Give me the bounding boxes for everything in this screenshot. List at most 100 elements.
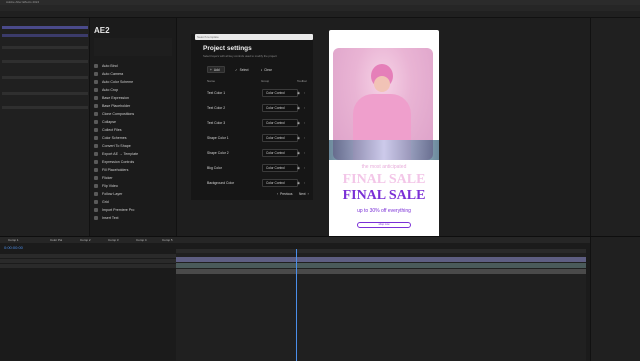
list-item[interactable] (2, 76, 88, 79)
tab-comp[interactable]: Comp 1 (8, 238, 19, 242)
list-item[interactable]: Flicker (94, 174, 174, 181)
layer-bar[interactable] (176, 257, 586, 262)
next-button[interactable]: Next › (299, 192, 309, 196)
timeline-panel[interactable]: Comp 1 Color Pal Comp 2 Comp 3 Comp 4 Co… (0, 236, 640, 361)
list-item[interactable]: Follow Layer (94, 190, 174, 197)
tool-strip[interactable] (183, 36, 191, 146)
group-select[interactable]: Color Control (262, 164, 298, 172)
delete-icon[interactable]: ▫ (304, 136, 305, 140)
clear-label: Clear (264, 67, 272, 72)
table-row[interactable]: Text Color 3 Color Control ◉ ▫ (207, 118, 327, 128)
plugin-panel[interactable]: AE2 Auto Bind Auto Camera Auto Color Sch… (90, 18, 176, 236)
tab-comp[interactable]: Color Pal (50, 238, 62, 242)
table-row[interactable]: Shape Color 1 Color Control ◉ ▫ (207, 133, 327, 143)
list-item[interactable]: Fill Placeholders (94, 166, 174, 173)
group-value: Color Control (266, 106, 285, 110)
visibility-icon[interactable]: ◉ (297, 151, 300, 155)
row-name: Shape Color 1 (207, 136, 229, 140)
list-item[interactable]: Auto Camera (94, 70, 174, 77)
right-panel[interactable] (590, 18, 640, 236)
list-item[interactable]: Clone Compositions (94, 110, 174, 117)
list-item[interactable] (2, 106, 88, 109)
list-item[interactable]: Auto Color Scheme (94, 78, 174, 85)
delete-icon[interactable]: ▫ (304, 121, 305, 125)
add-button[interactable]: + Add (207, 66, 225, 73)
list-item[interactable] (2, 46, 88, 49)
list-item[interactable] (2, 34, 88, 37)
project-panel[interactable] (0, 18, 90, 236)
layer-bar[interactable] (176, 263, 586, 268)
layer-bar[interactable] (176, 269, 586, 274)
list-item[interactable]: Convert To Shape (94, 142, 174, 149)
visibility-icon[interactable]: ◉ (297, 181, 300, 185)
time-ruler[interactable] (176, 249, 586, 253)
tab-comp[interactable]: Comp 5 (162, 238, 173, 242)
visibility-icon[interactable]: ◉ (297, 121, 300, 125)
list-item[interactable]: Collapse (94, 118, 174, 125)
table-row[interactable]: Background Color Color Control ◉ ▫ (207, 178, 327, 188)
plugin-icon-grid[interactable] (94, 38, 172, 56)
plugin-tool-icon (94, 199, 98, 204)
list-item[interactable]: Export AE → Template (94, 150, 174, 157)
tab-comp[interactable]: Comp 2 (80, 238, 91, 242)
layer-row[interactable] (0, 264, 176, 269)
composition-viewer[interactable]: Search template Project settings Select … (176, 18, 590, 246)
delete-icon[interactable]: ▫ (304, 151, 305, 155)
right-timeline-panel[interactable] (590, 237, 640, 361)
visibility-icon[interactable]: ◉ (297, 166, 300, 170)
list-item[interactable]: Grid (94, 198, 174, 205)
timecode[interactable]: 0:00:00:00 (4, 245, 23, 250)
clear-button[interactable]: ▪ Clear (261, 66, 279, 73)
playhead[interactable] (296, 249, 297, 361)
group-select[interactable]: Color Control (262, 119, 298, 127)
visibility-icon[interactable]: ◉ (297, 91, 300, 95)
row-name: Background Color (207, 181, 235, 185)
next-label: Next (299, 192, 306, 196)
delete-icon[interactable]: ▫ (304, 181, 305, 185)
plugin-list[interactable]: Auto Bind Auto Camera Auto Color Scheme … (90, 62, 176, 232)
list-item[interactable]: Insert Text (94, 214, 174, 221)
toolbar[interactable] (0, 11, 640, 18)
group-select[interactable]: Color Control (262, 149, 298, 157)
table-row[interactable]: Text Color 1 Color Control ◉ ▫ (207, 88, 327, 98)
tab-comp[interactable]: Comp 4 (136, 238, 147, 242)
page-subtitle: Select layers with all key controls used… (203, 54, 277, 58)
project-settings-panel[interactable]: Search template Project settings Select … (191, 34, 313, 200)
delete-icon[interactable]: ▫ (304, 106, 305, 110)
group-select[interactable]: Color Control (262, 104, 298, 112)
list-item[interactable]: Auto Bind (94, 62, 174, 69)
add-label: Add (213, 67, 220, 72)
list-item[interactable]: Import Premiere Pro (94, 206, 174, 213)
list-item-label: Flip Video (102, 183, 118, 188)
list-item[interactable] (2, 26, 88, 29)
list-item[interactable]: Expression Controls (94, 158, 174, 165)
group-select[interactable]: Color Control (262, 89, 298, 97)
select-button[interactable]: ✓ Select (235, 66, 253, 73)
search-input[interactable]: Search template (195, 34, 313, 40)
poster-offer: up to 30% off everything (357, 208, 411, 214)
group-select[interactable]: Color Control (262, 179, 298, 187)
table-row[interactable]: Shape Color 2 Color Control ◉ ▫ (207, 148, 327, 158)
timeline-tabs[interactable]: Comp 1 Color Pal Comp 2 Comp 3 Comp 4 Co… (0, 237, 640, 243)
list-item-label: Auto Camera (102, 71, 124, 76)
list-item[interactable]: Base Expression (94, 94, 174, 101)
project-list[interactable] (2, 26, 88, 126)
list-item[interactable]: Collect Files (94, 126, 174, 133)
list-item-label: Base Expression (102, 95, 129, 100)
list-item[interactable] (2, 60, 88, 63)
visibility-icon[interactable]: ◉ (297, 106, 300, 110)
previous-button[interactable]: ‹ Previous (277, 192, 292, 196)
list-item[interactable]: Base Placeholder (94, 102, 174, 109)
list-item[interactable]: Flip Video (94, 182, 174, 189)
tab-comp[interactable]: Comp 3 (108, 238, 119, 242)
list-item[interactable]: Auto Crop (94, 86, 174, 93)
list-item[interactable] (2, 92, 88, 95)
delete-icon[interactable]: ▫ (304, 91, 305, 95)
visibility-icon[interactable]: ◉ (297, 136, 300, 140)
delete-icon[interactable]: ▫ (304, 166, 305, 170)
table-row[interactable]: Text Color 2 Color Control ◉ ▫ (207, 103, 327, 113)
list-item[interactable]: Color Schemes (94, 134, 174, 141)
group-select[interactable]: Color Control (262, 134, 298, 142)
track-area[interactable] (176, 249, 586, 361)
table-row[interactable]: Bkg Color Color Control ◉ ▫ (207, 163, 327, 173)
